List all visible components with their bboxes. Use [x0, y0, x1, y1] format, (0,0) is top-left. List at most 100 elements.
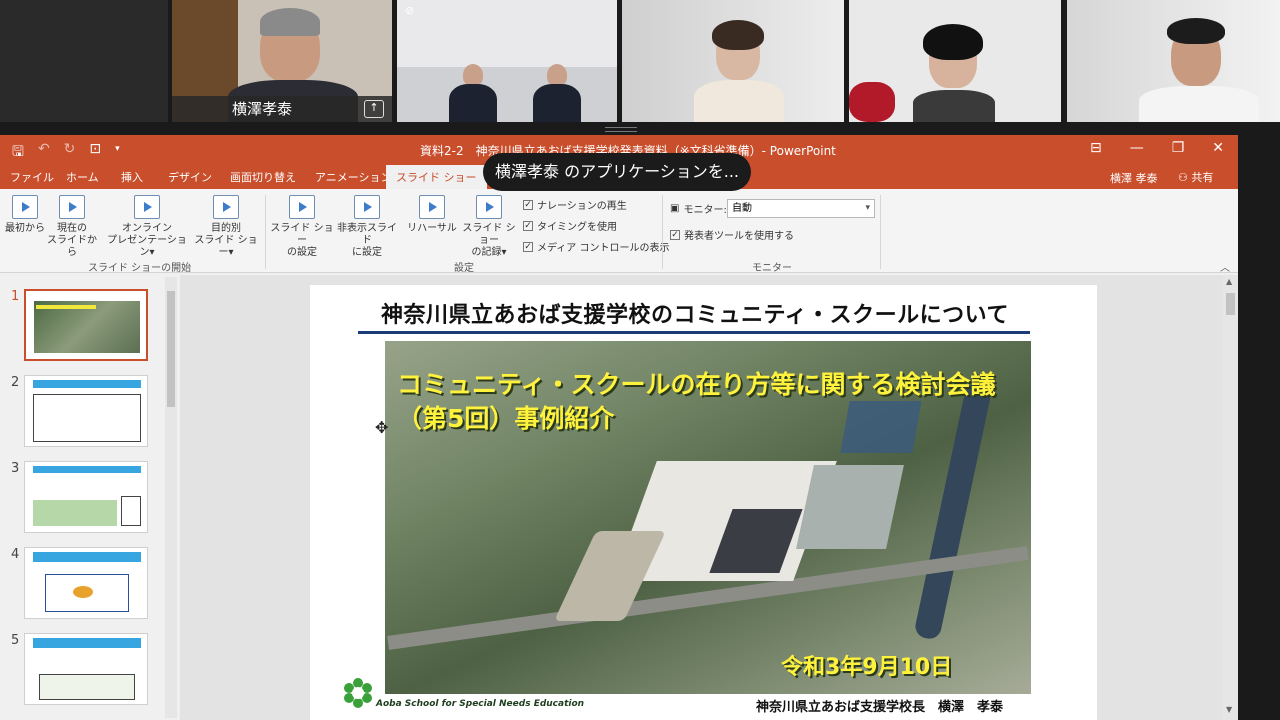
tab-home[interactable]: ホーム — [66, 169, 99, 185]
slide-number: 2 — [11, 375, 20, 390]
slide-number: 1 — [11, 289, 20, 304]
online-label-2: プレゼンテーション — [107, 235, 187, 258]
hide-slide-button[interactable]: 非表示スライド に設定 — [334, 195, 400, 259]
timing-checkbox[interactable]: ✓ タイミングを使用 — [523, 218, 617, 233]
overlay-title-2: （第5回）事例紹介 — [397, 404, 615, 433]
tab-insert[interactable]: 挿入 — [121, 169, 143, 185]
redo-icon[interactable]: ↻ — [64, 141, 76, 165]
powerpoint-window: 🖫 ↶ ↻ ⊡ ▾ 資料2-2 神奈川県立あおば支援学校発表資料（※文科省準備）… — [0, 135, 1238, 720]
slide-thumbnail-1[interactable] — [24, 289, 148, 361]
restore-icon[interactable]: ❐ — [1172, 140, 1185, 156]
custom-slideshow-icon — [213, 195, 239, 219]
from-current-label-2: スライドから — [47, 235, 97, 258]
screen-share-toast: 横澤孝泰 のアプリケーションを... — [483, 153, 751, 191]
save-icon[interactable]: 🖫 — [12, 141, 24, 165]
record-icon — [476, 195, 502, 219]
monitor-select[interactable]: 自動 — [727, 199, 875, 218]
video-strip: 横澤孝泰 ↑ ⊘ — [0, 0, 1280, 126]
ribbon: 最初から 現在の スライドから オンライン プレゼンテーション▾ 目的別 スライ… — [0, 189, 1238, 274]
setup-label-1: スライド ショー — [270, 223, 334, 246]
minimize-icon[interactable]: — — [1130, 140, 1144, 156]
slide-thumbnail-4[interactable] — [24, 547, 148, 619]
slide-canvas: 神奈川県立あおば支援学校のコミュニティ・スクールについて コミュニティ・スクール… — [180, 275, 1223, 720]
share-button[interactable]: ⚇ 共有 — [1178, 169, 1213, 185]
record-label-1: スライド ショー — [462, 223, 516, 246]
video-tile-participant-3 — [622, 0, 844, 122]
group-label-monitor: モニター — [752, 263, 792, 274]
presenter-view-label: 発表者ツールを使用する — [684, 231, 794, 242]
checkbox-checked-icon: ✓ — [523, 199, 533, 210]
drag-handle[interactable] — [605, 127, 637, 132]
group-label-start: スライド ショーの開始 — [88, 263, 192, 274]
overlay-date: 令和3年9月10日 — [781, 655, 953, 680]
custom-label-1: 目的別 — [211, 223, 241, 234]
setup-slideshow-button[interactable]: スライド ショー の設定 — [270, 195, 334, 259]
slide-thumbnails-pane: 1 2 3 4 5 — [0, 275, 178, 720]
setup-icon — [289, 195, 315, 219]
checkbox-checked-icon: ✓ — [670, 229, 680, 240]
school-name-english: Aoba School for Special Needs Education — [376, 699, 585, 709]
from-current-button[interactable]: 現在の スライドから — [46, 195, 98, 259]
ribbon-separator — [880, 195, 881, 269]
scrollbar-thumb[interactable] — [167, 291, 175, 407]
video-tile-speaker[interactable]: 横澤孝泰 ↑ — [172, 0, 392, 122]
setup-label-2: の設定 — [287, 247, 317, 258]
slide[interactable]: 神奈川県立あおば支援学校のコミュニティ・スクールについて コミュニティ・スクール… — [310, 285, 1097, 720]
window-controls: ⊟ — ❐ ✕ — [1090, 140, 1224, 156]
screen: 横澤孝泰 ↑ ⊘ 🖫 ↶ ↻ ⊡ ▾ 資料2-2 神奈川県立あおば支援学校発表資… — [0, 0, 1280, 720]
share-screen-icon[interactable]: ↑ — [364, 100, 384, 118]
slideshow-start-icon — [12, 195, 38, 219]
custom-label-2: スライド ショー — [194, 235, 258, 258]
monitor-icon: ▣ — [670, 203, 680, 214]
checkbox-checked-icon: ✓ — [523, 241, 533, 252]
custom-slideshow-button[interactable]: 目的別 スライド ショー▾ — [192, 195, 260, 259]
tab-animations[interactable]: アニメーション — [315, 169, 392, 185]
hide-label-2: に設定 — [352, 247, 382, 258]
video-tile-participant-4 — [849, 0, 1061, 122]
media-controls-checkbox[interactable]: ✓ メディア コントロールの表示 — [523, 239, 669, 254]
slide-title: 神奈川県立あおば支援学校のコミュニティ・スクールについて — [380, 303, 1010, 328]
customize-qat-icon[interactable]: ▾ — [115, 141, 120, 165]
quick-access-toolbar: 🖫 ↶ ↻ ⊡ ▾ — [12, 141, 120, 165]
scroll-up-icon[interactable]: ▲ — [1226, 277, 1232, 286]
user-name[interactable]: 横澤 孝泰 — [1110, 170, 1158, 186]
aerial-photo: コミュニティ・スクールの在り方等に関する検討会議 （第5回）事例紹介 令和3年9… — [385, 341, 1031, 694]
hide-label-1: 非表示スライド — [337, 223, 397, 246]
move-cursor-icon: ✥ — [375, 418, 389, 437]
slide-thumbnail-5[interactable] — [24, 633, 148, 705]
scroll-down-icon[interactable]: ▼ — [1226, 705, 1232, 714]
from-start-button[interactable]: 最初から — [4, 195, 46, 235]
slide-scrollbar[interactable]: ▲ ▼ — [1223, 275, 1238, 720]
narration-checkbox[interactable]: ✓ ナレーションの再生 — [523, 197, 627, 212]
scrollbar-thumb[interactable] — [1226, 293, 1235, 315]
monitor-label-text: モニター: — [683, 205, 727, 216]
video-tile-meeting-room: ⊘ — [397, 0, 617, 122]
record-slideshow-button[interactable]: スライド ショー の記録▾ — [458, 195, 520, 259]
slide-thumbnail-3[interactable] — [24, 461, 148, 533]
person-icon: ⚇ — [1178, 171, 1192, 184]
online-presentation-button[interactable]: オンライン プレゼンテーション▾ — [104, 195, 190, 259]
presenter-view-checkbox[interactable]: ✓ 発表者ツールを使用する — [670, 227, 794, 242]
thumbnails-scrollbar[interactable] — [165, 277, 177, 718]
record-label-2: の記録 — [471, 247, 502, 258]
rehearse-button[interactable]: リハーサル — [404, 195, 460, 235]
video-tile-empty — [0, 0, 168, 122]
close-icon[interactable]: ✕ — [1212, 140, 1224, 156]
globe-icon — [134, 195, 160, 219]
collapse-ribbon-icon[interactable]: ︿ — [1220, 259, 1230, 274]
slide-number: 5 — [11, 633, 20, 648]
tab-transitions[interactable]: 画面切り替え — [230, 169, 296, 185]
ribbon-display-icon[interactable]: ⊟ — [1090, 140, 1102, 156]
undo-icon[interactable]: ↶ — [38, 141, 50, 165]
tab-file[interactable]: ファイル — [10, 169, 54, 185]
tab-slideshow[interactable]: スライド ショー — [386, 165, 487, 189]
presenter-name: 神奈川県立あおば支援学校長 横澤 孝泰 — [756, 700, 1004, 715]
share-label: 共有 — [1191, 171, 1214, 184]
slide-thumbnail-2[interactable] — [24, 375, 148, 447]
present-icon[interactable]: ⊡ — [89, 141, 101, 165]
title-underline — [358, 331, 1030, 334]
group-label-setup: 設定 — [454, 263, 474, 274]
tab-design[interactable]: デザイン — [168, 169, 212, 185]
school-logo-icon — [344, 678, 372, 708]
checkbox-checked-icon: ✓ — [523, 220, 533, 231]
